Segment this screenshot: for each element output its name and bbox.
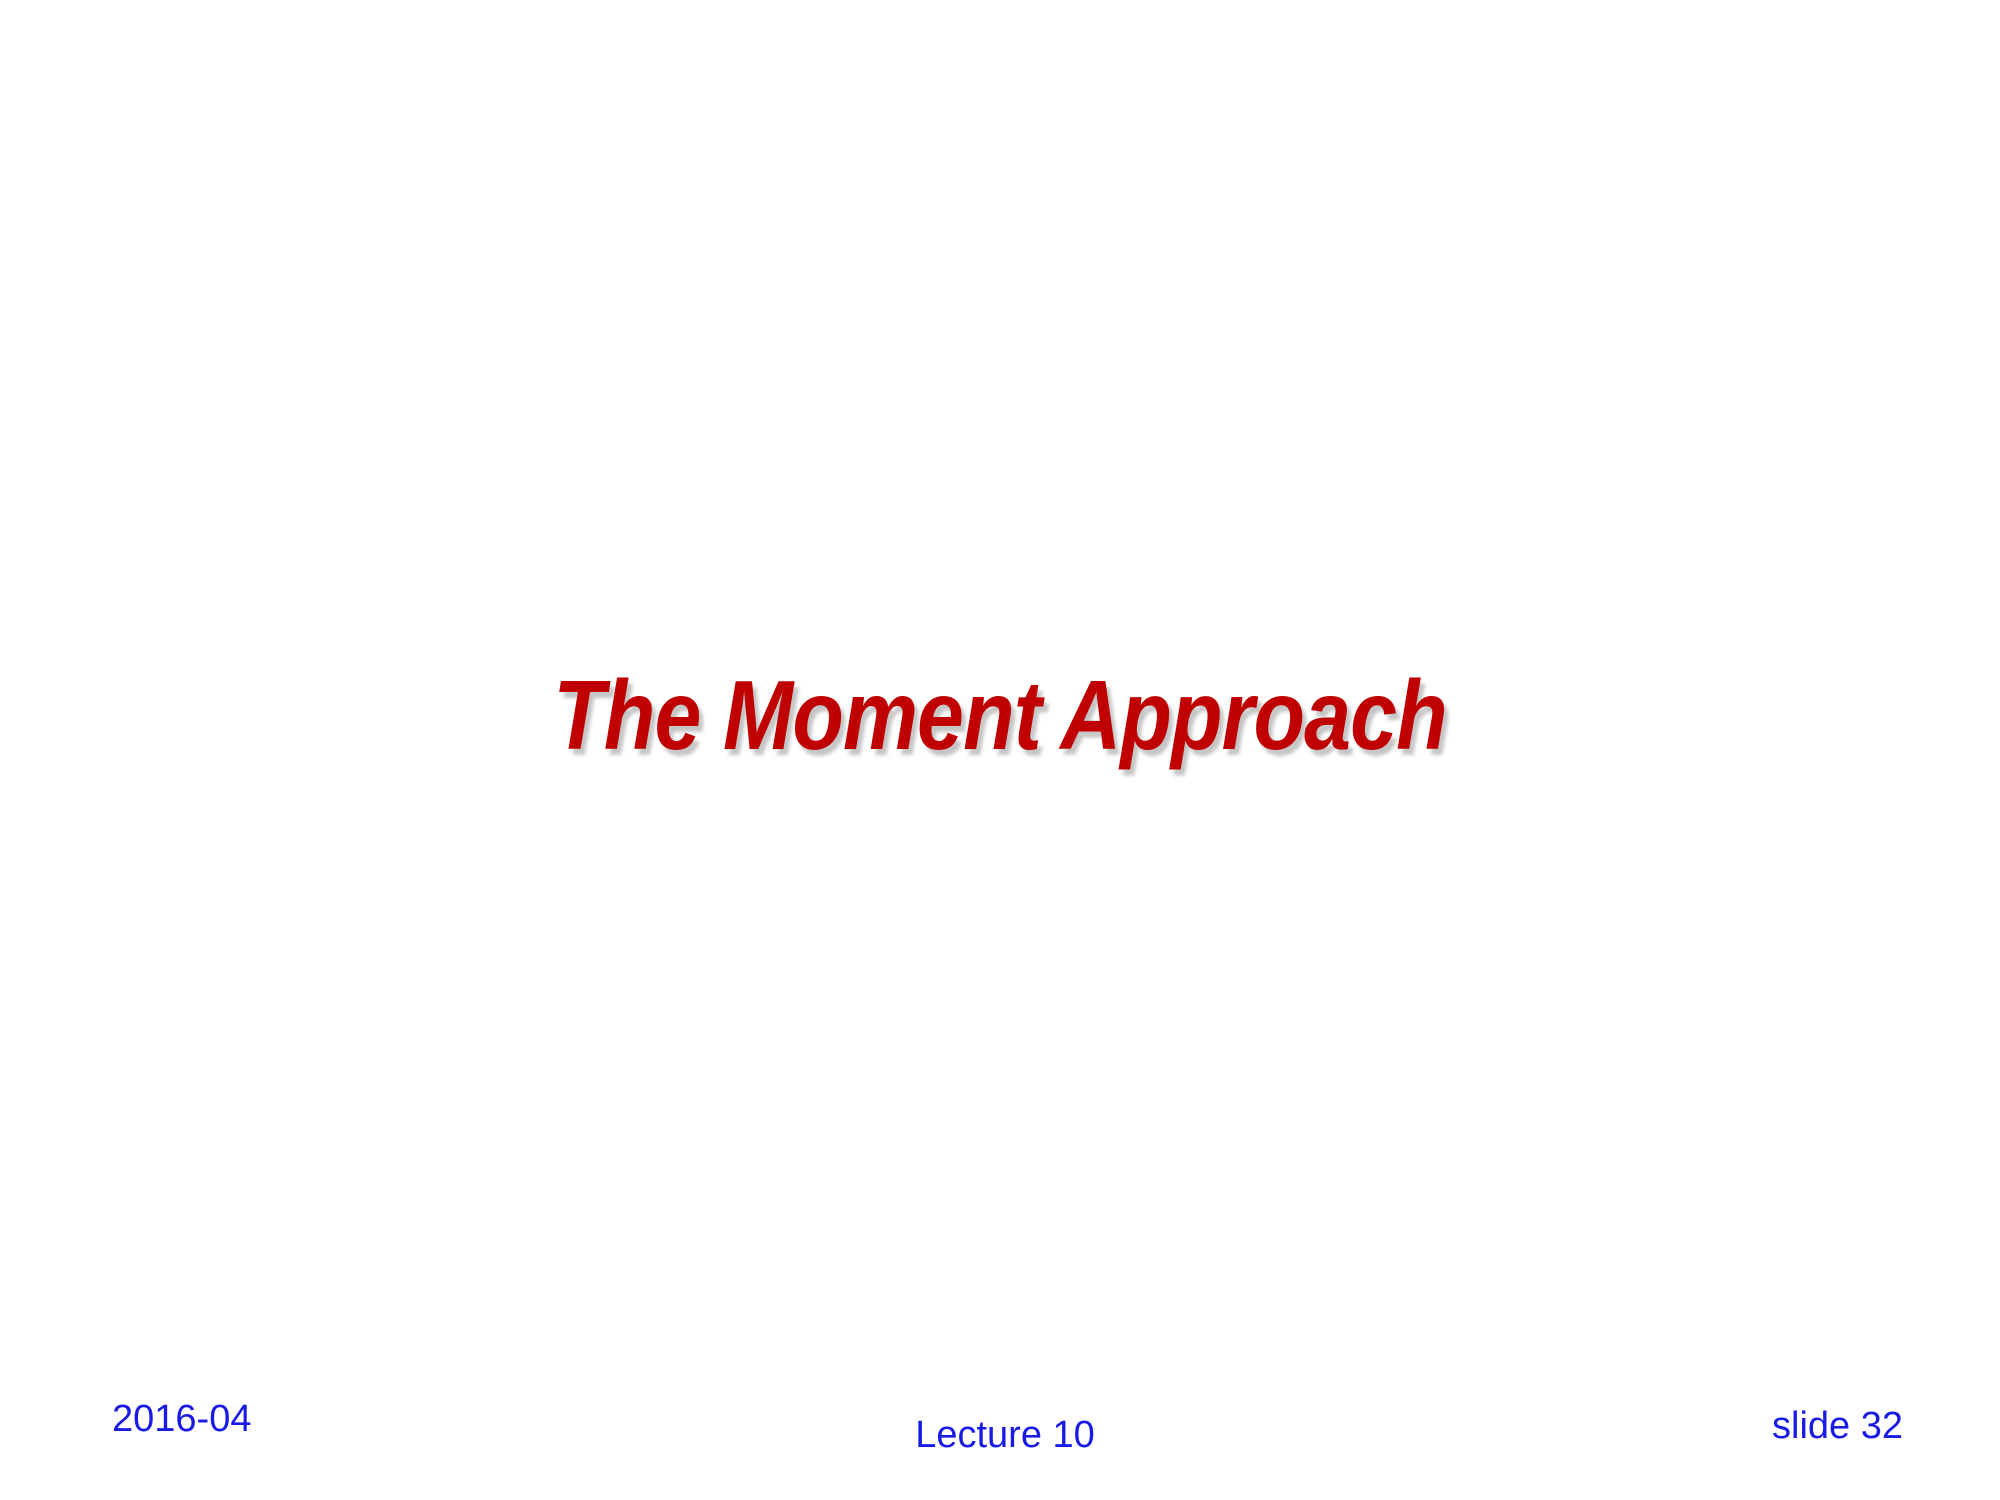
slide: The Moment Approach 2016-04 Lecture 10 s… [0,0,2000,1500]
footer-slide-number: slide 32 [1772,1405,1903,1447]
slide-title: The Moment Approach [553,660,1447,770]
footer-lecture-label: Lecture 10 [915,1414,1095,1456]
